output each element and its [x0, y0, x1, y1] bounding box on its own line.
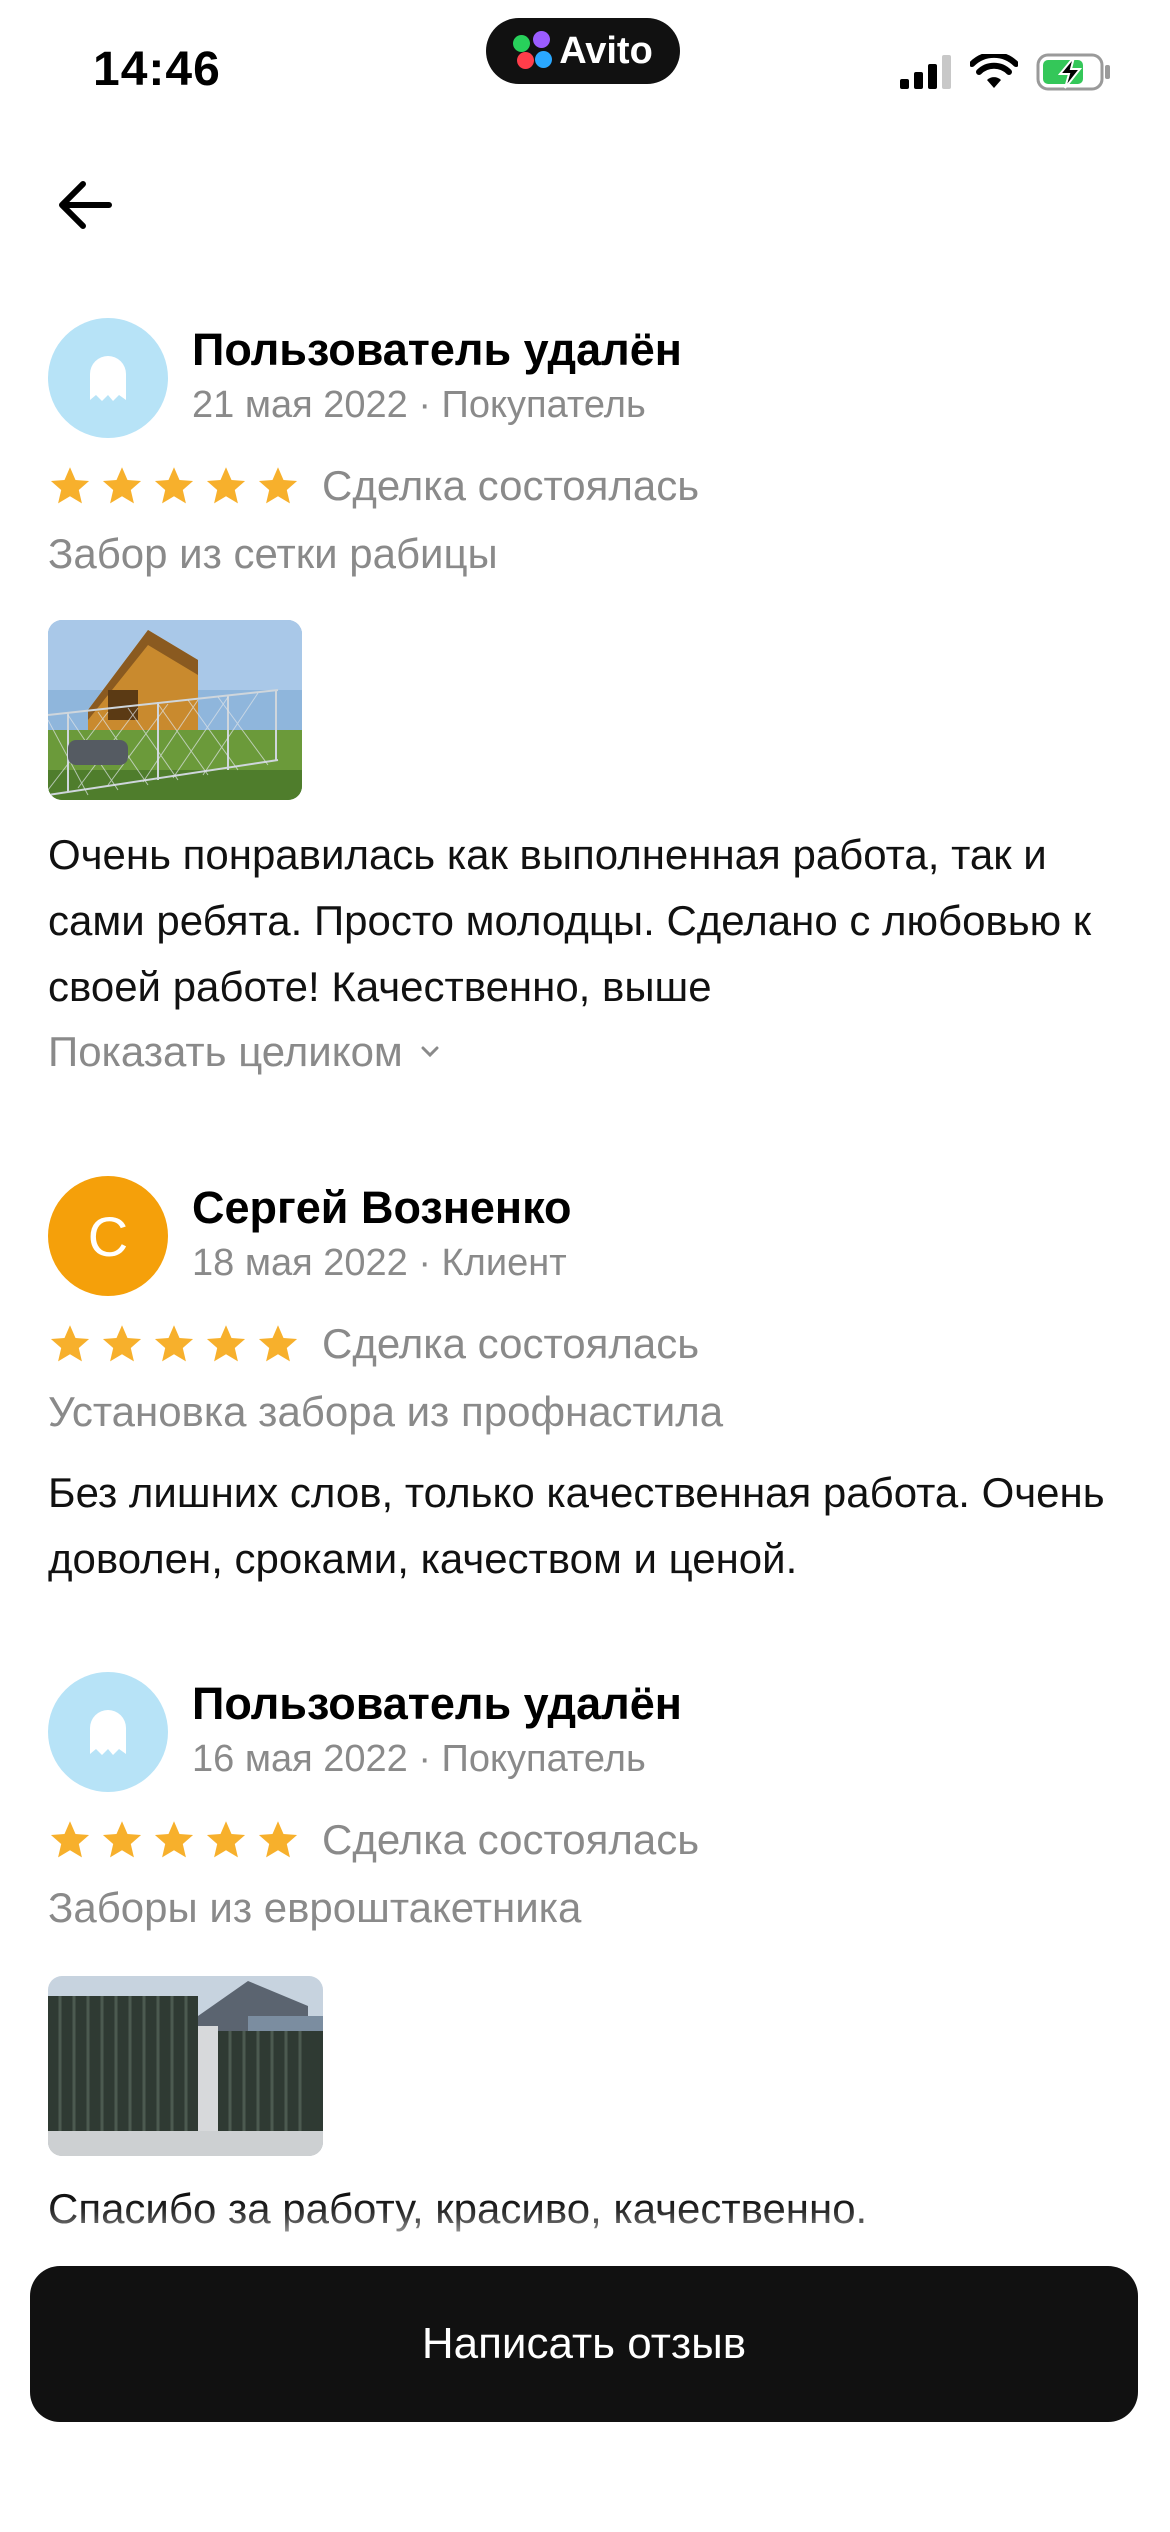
review-author[interactable]: Пользователь удалён [192, 324, 682, 376]
review-service: Заборы из евроштакетника [48, 1884, 582, 1931]
avatar-letter: С [87, 1204, 129, 1268]
write-review-label: Написать отзыв [421, 2319, 747, 2368]
review-meta: 16 мая 2022 · Покупатель [192, 1738, 646, 1781]
star-icon [102, 1325, 142, 1362]
meta-separator: · [407, 1242, 442, 1284]
star-icon [206, 467, 246, 504]
star-icon [50, 1325, 90, 1362]
app-badge-label: Avito [559, 29, 653, 72]
status-icons [900, 52, 1112, 92]
deal-status: Сделка состоялась [322, 1320, 700, 1367]
star-icon [258, 1325, 298, 1362]
review-role: Покупатель [441, 1738, 646, 1780]
review-meta: 21 мая 2022 · Покупатель [192, 384, 646, 427]
review-text: Без лишних слов, только качественная раб… [48, 1469, 1105, 1582]
review-role: Клиент [441, 1242, 567, 1284]
show-more-button[interactable]: Показать целиком [48, 1028, 439, 1076]
review-service: Забор из сетки рабицы [48, 530, 498, 577]
review-card: С Сергей Возненко 18 мая 2022 · Клиент С… [48, 1176, 1120, 1596]
app-badge: Avito [486, 18, 680, 84]
meta-separator: · [407, 384, 442, 426]
rating-row: Сделка состоялась [48, 1816, 699, 1864]
review-meta: 18 мая 2022 · Клиент [192, 1242, 567, 1285]
star-icon [154, 1821, 194, 1858]
signal-icon [900, 55, 951, 89]
avatar [48, 318, 168, 438]
avatar [48, 1672, 168, 1792]
deal-status: Сделка состоялась [322, 462, 700, 509]
rating-row: Сделка состоялась [48, 462, 699, 510]
star-icon [206, 1821, 246, 1858]
review-date: 21 мая 2022 [192, 384, 408, 426]
star-icon [154, 467, 194, 504]
star-icon [154, 1325, 194, 1362]
avatar: С [48, 1176, 168, 1296]
write-review-button[interactable]: Написать отзыв [30, 2266, 1138, 2422]
deal-status: Сделка состоялась [322, 1816, 700, 1863]
star-icon [50, 467, 90, 504]
review-date: 18 мая 2022 [192, 1242, 408, 1284]
star-rating [48, 1322, 300, 1366]
back-button[interactable] [50, 170, 120, 240]
show-more-label: Показать целиком [48, 1028, 403, 1075]
review-card: Пользователь удалён 21 мая 2022 · Покупа… [48, 318, 1120, 1108]
ghost-icon [90, 356, 126, 401]
battery-charging-icon [1036, 53, 1110, 91]
review-card: Пользователь удалён 16 мая 2022 · Покупа… [48, 1672, 1120, 2232]
star-icon [258, 467, 298, 504]
star-icon [50, 1821, 90, 1858]
star-icon [102, 1821, 142, 1858]
star-icon [206, 1325, 246, 1362]
review-role: Покупатель [441, 384, 646, 426]
arrow-left-icon [59, 181, 112, 229]
review-date: 16 мая 2022 [192, 1738, 408, 1780]
avito-logo-icon [513, 31, 553, 71]
review-text: Очень понравилась как выполненная работа… [48, 831, 1092, 1010]
rating-row: Сделка состоялась [48, 1320, 699, 1368]
wifi-icon [970, 54, 1018, 88]
review-photo[interactable] [48, 1976, 323, 2156]
review-service: Установка забора из профнастила [48, 1388, 724, 1435]
review-author[interactable]: Пользователь удалён [192, 1678, 682, 1730]
star-icon [102, 467, 142, 504]
star-rating [48, 1818, 300, 1862]
fence-photo-image [48, 1976, 323, 2156]
review-author[interactable]: Сергей Возненко [192, 1182, 572, 1234]
fence-photo-image [48, 620, 302, 800]
status-time: 14:46 [93, 43, 221, 96]
review-text: Спасибо за работу, красиво, качественно. [48, 2185, 868, 2232]
chevron-down-icon [421, 1046, 439, 1058]
ghost-icon [90, 1710, 126, 1755]
meta-separator: · [407, 1738, 442, 1780]
star-icon [258, 1821, 298, 1858]
star-rating [48, 464, 300, 508]
review-photo[interactable] [48, 620, 302, 800]
